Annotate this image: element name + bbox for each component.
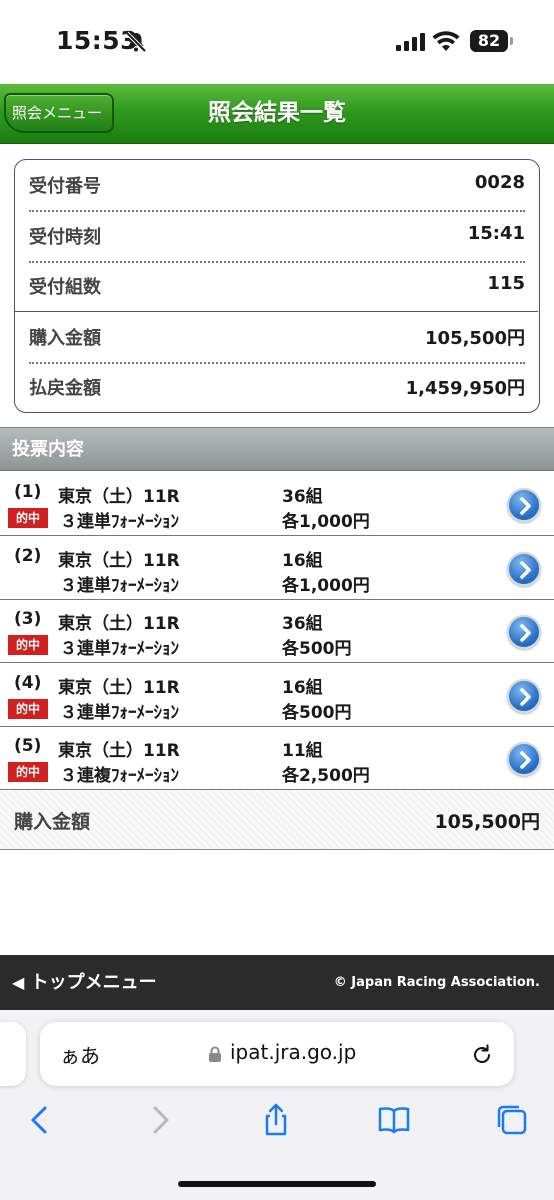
bell-muted-icon bbox=[125, 31, 147, 53]
chevron-right-icon bbox=[520, 688, 531, 706]
summary-value: 115 bbox=[487, 273, 525, 294]
summary-label: 受付組数 bbox=[29, 277, 101, 298]
vote-race: 東京（土）11R bbox=[58, 678, 180, 698]
summary-label: 受付番号 bbox=[29, 176, 101, 197]
summary-row-receipt-time: 受付時刻 15:41 bbox=[29, 211, 525, 261]
summary-row-combination-count: 受付組数 115 bbox=[29, 261, 525, 311]
vote-combination-count: 11組 bbox=[282, 741, 323, 761]
top-menu-link[interactable]: ◀ トップメニュー bbox=[12, 955, 157, 1010]
vote-row[interactable]: (2) 東京（土）11R ３連単ﾌｫｰﾒｰｼｮﾝ 16組 各1,000円 bbox=[0, 537, 554, 600]
battery-tip bbox=[510, 37, 513, 45]
hit-badge: 的中 bbox=[8, 699, 48, 719]
vote-number: (1) bbox=[14, 482, 42, 502]
vote-row[interactable]: (5) 東京（土）11R 的中 ３連複ﾌｫｰﾒｰｼｮﾝ 11組 各2,500円 bbox=[0, 727, 554, 790]
vote-number: (5) bbox=[14, 736, 42, 756]
detail-arrow-button[interactable] bbox=[507, 679, 541, 713]
previous-tab-peek[interactable] bbox=[0, 1022, 26, 1086]
detail-arrow-button[interactable] bbox=[507, 552, 541, 586]
chevron-right-icon bbox=[520, 497, 531, 515]
reload-icon[interactable] bbox=[470, 1042, 494, 1066]
forward-icon[interactable] bbox=[142, 1102, 178, 1138]
vote-bet-type: ３連単ﾌｫｰﾒｰｼｮﾝ bbox=[60, 512, 179, 532]
summary-label: 購入金額 bbox=[29, 328, 101, 349]
back-icon[interactable] bbox=[22, 1102, 58, 1138]
vote-number: (3) bbox=[14, 609, 42, 629]
vote-unit-amount: 各1,000円 bbox=[282, 512, 370, 532]
tabs-icon[interactable] bbox=[494, 1102, 530, 1138]
vote-bet-type: ３連複ﾌｫｰﾒｰｼｮﾝ bbox=[60, 766, 179, 786]
chevron-right-icon bbox=[520, 751, 531, 769]
copyright-text: © Japan Racing Association. bbox=[333, 975, 540, 990]
total-label: 購入金額 bbox=[14, 811, 91, 833]
vote-combination-count: 36組 bbox=[282, 614, 323, 634]
purchase-total-row: 購入金額 105,500円 bbox=[0, 790, 554, 850]
vote-race: 東京（土）11R bbox=[58, 614, 180, 634]
summary-label: 払戻金額 bbox=[29, 378, 101, 399]
top-menu-label: トップメニュー bbox=[30, 972, 157, 993]
browser-toolbar: ぁあ ipat.jra.go.jp bbox=[0, 1010, 554, 1200]
hit-badge: 的中 bbox=[8, 635, 48, 655]
receipt-summary: 受付番号 0028 受付時刻 15:41 受付組数 115 購入金額 105,5… bbox=[14, 159, 540, 413]
vote-race: 東京（土）11R bbox=[58, 551, 180, 571]
cellular-signal-icon bbox=[396, 33, 425, 51]
vote-bet-type: ３連単ﾌｫｰﾒｰｼｮﾝ bbox=[60, 576, 179, 596]
triangle-left-icon: ◀ bbox=[12, 973, 25, 992]
vote-combination-count: 16組 bbox=[282, 551, 323, 571]
app-header: 照会結果一覧 照会メニュー bbox=[0, 84, 554, 144]
share-icon[interactable] bbox=[258, 1102, 294, 1138]
summary-row-receipt-number: 受付番号 0028 bbox=[29, 160, 525, 210]
battery-indicator: 82 bbox=[470, 30, 508, 52]
vote-bet-type: ３連単ﾌｫｰﾒｰｼｮﾝ bbox=[60, 703, 179, 723]
bookmarks-icon[interactable] bbox=[376, 1102, 412, 1138]
detail-arrow-button[interactable] bbox=[507, 488, 541, 522]
lock-icon bbox=[209, 1046, 221, 1062]
summary-value: 1,459,950円 bbox=[405, 378, 525, 399]
detail-arrow-button[interactable] bbox=[507, 615, 541, 649]
vote-race: 東京（土）11R bbox=[58, 487, 180, 507]
status-bar: 15:53 82 bbox=[0, 0, 554, 84]
wifi-icon bbox=[432, 31, 460, 51]
vote-unit-amount: 各500円 bbox=[282, 639, 352, 659]
vote-number: (2) bbox=[14, 546, 42, 566]
chevron-right-icon bbox=[520, 624, 531, 642]
address-bar[interactable]: ぁあ ipat.jra.go.jp bbox=[40, 1022, 514, 1086]
vote-combination-count: 36組 bbox=[282, 487, 323, 507]
vote-unit-amount: 各500円 bbox=[282, 703, 352, 723]
total-value: 105,500円 bbox=[434, 811, 540, 833]
site-footer: ◀ トップメニュー © Japan Racing Association. bbox=[0, 955, 554, 1010]
vote-unit-amount: 各2,500円 bbox=[282, 766, 370, 786]
votes-section-heading: 投票内容 bbox=[0, 427, 554, 471]
vote-number: (4) bbox=[14, 673, 42, 693]
home-indicator bbox=[178, 1181, 376, 1187]
hit-badge: 的中 bbox=[8, 762, 48, 782]
inquiry-menu-back-button[interactable]: 照会メニュー bbox=[4, 93, 114, 133]
vote-row[interactable]: (3) 東京（土）11R 的中 ３連単ﾌｫｰﾒｰｼｮﾝ 36組 各500円 bbox=[0, 600, 554, 663]
vote-unit-amount: 各1,000円 bbox=[282, 576, 370, 596]
hit-badge: 的中 bbox=[8, 508, 48, 528]
url-host: ipat.jra.go.jp bbox=[230, 1040, 357, 1064]
vote-bet-type: ３連単ﾌｫｰﾒｰｼｮﾝ bbox=[60, 639, 179, 659]
chevron-right-icon bbox=[520, 561, 531, 579]
vote-combination-count: 16組 bbox=[282, 678, 323, 698]
vote-race: 東京（土）11R bbox=[58, 741, 180, 761]
summary-label: 受付時刻 bbox=[29, 227, 101, 248]
summary-row-payout-amount: 払戻金額 1,459,950円 bbox=[29, 362, 525, 412]
summary-value: 0028 bbox=[474, 172, 525, 193]
summary-value: 15:41 bbox=[467, 223, 525, 244]
reader-settings-button[interactable]: ぁあ bbox=[60, 1040, 100, 1069]
summary-row-purchase-amount: 購入金額 105,500円 bbox=[29, 312, 525, 362]
summary-value: 105,500円 bbox=[425, 328, 525, 349]
detail-arrow-button[interactable] bbox=[507, 742, 541, 776]
vote-row[interactable]: (1) 東京（土）11R 的中 ３連単ﾌｫｰﾒｰｼｮﾝ 36組 各1,000円 bbox=[0, 473, 554, 536]
vote-row[interactable]: (4) 東京（土）11R 的中 ３連単ﾌｫｰﾒｰｼｮﾝ 16組 各500円 bbox=[0, 664, 554, 727]
